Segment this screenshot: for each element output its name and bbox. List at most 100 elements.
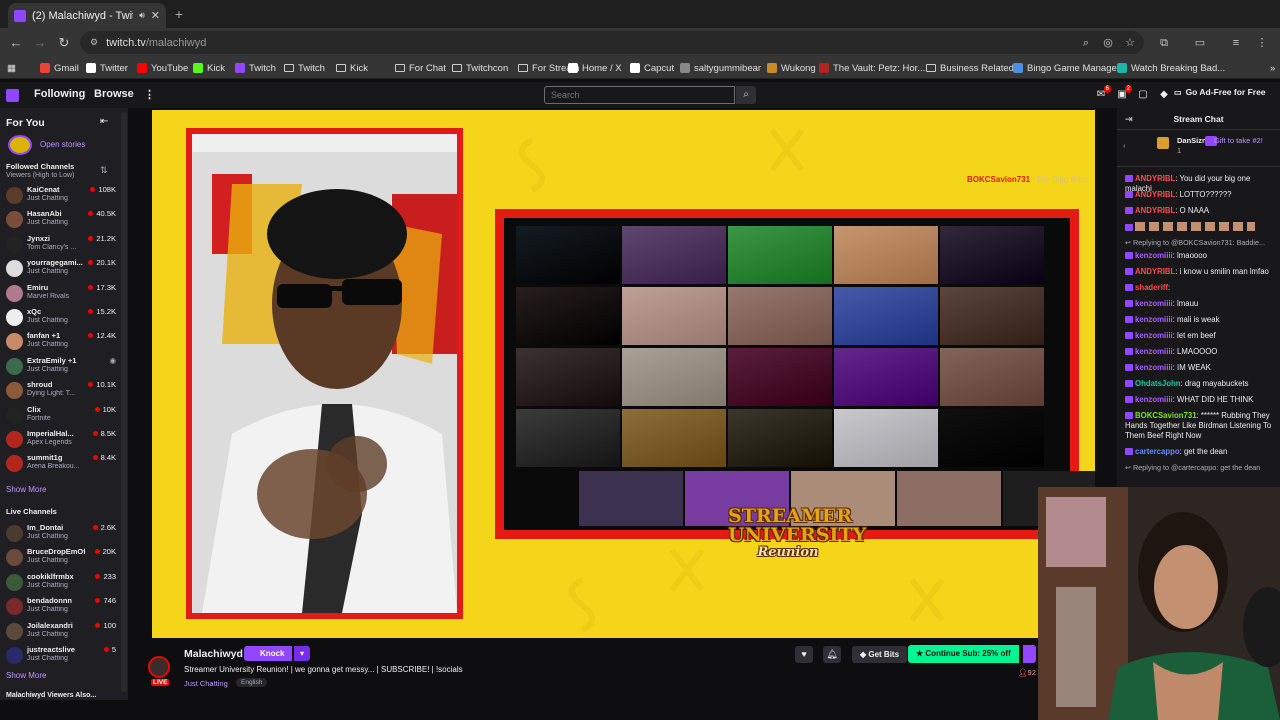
bookmark-6[interactable]: Kick [336,61,368,75]
notification-bell-icon[interactable]: 🔔︎ [823,646,841,663]
bookmark-0[interactable]: Gmail [40,61,79,75]
chat-username[interactable]: cartercappo [1135,447,1180,456]
video-player[interactable]: BOKCSavion731 The Bigg Boss STREAMER UNIV… [152,110,1095,638]
menu-icon[interactable]: ≡ [1229,36,1243,50]
sidebar-channel[interactable]: shroud Dying Light: T... 10.1K [0,379,120,403]
tab-close-icon[interactable]: ✕ [151,9,160,22]
sidebar-channel[interactable]: justreactslive Just Chatting 5 [0,644,120,668]
chat-username[interactable]: BOKCSavion731 [1135,411,1197,420]
chat-username[interactable]: kenzomiiii [1135,315,1173,324]
sort-icon[interactable]: ⇅ [100,165,108,176]
sidebar-channel[interactable]: ImperialHal... Apex Legends 8.5K [0,428,120,452]
chat-username[interactable]: kenzomiiii [1135,299,1173,308]
continue-sub-button[interactable]: ★ Continue Sub: 25% off [908,645,1019,663]
open-stories-link[interactable]: Open stories [40,140,85,149]
bookmark-3[interactable]: Kick [193,61,225,75]
bookmark-7[interactable]: For Chat [395,61,446,75]
sidebar-channel[interactable]: yourragegami... Just Chatting 20.1K [0,257,120,281]
sidebar-channel[interactable]: Joilalexandri Just Chatting 100 [0,620,120,644]
sidebar-channel[interactable]: summit1g Arena Breakou... 8.4K [0,452,120,476]
sidebar-channel[interactable]: cookiklfrmbx Just Chatting 233 [0,571,120,595]
address-bar[interactable]: ⚙ twitch.tv/malachiwyd [80,31,1144,54]
stream-category[interactable]: Just Chatting [184,679,228,688]
bookmark-2[interactable]: YouTube [137,61,188,75]
chevron-left-icon[interactable]: ‹ [1123,141,1126,150]
bookmark-17[interactable]: Watch Breaking Bad... [1117,61,1225,75]
following-link[interactable]: Following [34,88,85,100]
show-more-followed[interactable]: Show More [6,485,46,494]
search-input[interactable] [544,86,735,104]
sidebar-channel[interactable]: Im_Dontai Just Chatting 2.6K [0,522,120,546]
profile-icon[interactable]: ⋮ [1255,36,1269,50]
chat-username[interactable]: ANDYRIBL [1135,267,1175,276]
zoom-icon[interactable]: ⌕ [1079,36,1093,50]
bookmark-10[interactable]: Home / X [568,61,622,75]
bookmark-8[interactable]: Twitchcon [452,61,508,75]
chat-username[interactable]: ANDYRIBL [1135,174,1175,183]
crown-icon[interactable]: ◆ [1158,89,1170,101]
chat-username[interactable]: kenzomiiii [1135,395,1173,404]
sidebar-channel[interactable]: HasanAbi Just Chatting 40.5K [0,208,120,232]
collapse-chat-icon[interactable]: ⇥ [1125,108,1133,130]
bookmark-15[interactable]: Business Related [926,61,1014,75]
sidebar-channel[interactable]: ExtraEmily +1 Just Chatting ◉ [0,355,120,379]
sidebar-channel[interactable]: BruceDropEmOff Just Chatting 20K [0,546,120,570]
bookmark-5[interactable]: Twitch [284,61,325,75]
more-options-icon[interactable]: ⋮ [144,88,155,101]
speaker-icon[interactable]: 🔊︎ [139,10,145,21]
sidebar-channel[interactable]: Clix Fortnite 10K [0,404,120,428]
collapse-sidebar-icon[interactable]: ⇤ [100,116,108,127]
sidebar-channel[interactable]: Jynxzi Tom Clancy's ... 21.2K [0,233,120,257]
bookmark-star-icon[interactable]: ☆ [1123,36,1137,50]
follow-heart-icon[interactable]: ♥ [795,646,813,663]
reload-icon[interactable]: ↻ [56,35,72,51]
browse-link[interactable]: Browse [94,88,134,100]
forward-icon[interactable]: → [32,35,48,51]
chat-username[interactable]: kenzomiiii [1135,251,1173,260]
knock-dropdown-icon[interactable]: ▾ [294,646,310,661]
bookmark-16[interactable]: Bingo Game Manager [1013,61,1120,75]
channel-avatar[interactable] [148,656,170,678]
bookmark-13[interactable]: Wukong [767,61,816,75]
chat-username[interactable]: shaderiff [1135,283,1168,292]
sidebar-channel[interactable]: xQc Just Chatting 15.2K [0,306,120,330]
stories-avatar[interactable] [8,135,32,155]
chat-username[interactable]: kenzomiiii [1135,331,1173,340]
get-bits-button[interactable]: ◆ Get Bits [852,646,908,663]
chat-username[interactable]: OhdatsJohn [1135,379,1180,388]
notifications-icon[interactable]: ✉ 6 [1095,85,1111,101]
bookmark-11[interactable]: Capcut [630,61,674,75]
extensions-icon[interactable]: ⧉ [1157,36,1171,50]
gift-leaderboard[interactable]: ‹ DanSizn 1 Gift to take #2! [1117,131,1280,167]
bookmark-1[interactable]: Twitter [86,61,128,75]
go-ad-free-button[interactable]: ▭ Go Ad-Free for Free [1174,87,1266,97]
bookmark-4[interactable]: Twitch [235,61,276,75]
sidebar-channel[interactable]: bendadonnn Just Chatting 746 [0,595,120,619]
chat-username[interactable]: kenzomiiii [1135,363,1173,372]
back-icon[interactable]: ← [8,35,24,51]
chat-username[interactable]: ANDYRIBL [1135,190,1175,199]
bookmark-14[interactable]: The Vault: Petz: Hor... [819,61,925,75]
eye-off-icon[interactable]: ◎ [1101,36,1115,50]
more-bookmarks-icon[interactable]: » [1270,61,1275,75]
knock-button[interactable]: Knock [244,646,293,661]
site-info-icon[interactable]: ⚙ [90,37,98,48]
chat-username[interactable]: kenzomiiii [1135,347,1173,356]
search-icon[interactable]: ⌕ [736,86,756,104]
inbox-icon[interactable]: ▣ 2 [1116,85,1132,101]
browser-tab[interactable]: (2) Malachiwyd - Twitch 🔊︎ ✕ [8,3,166,28]
language-tag[interactable]: English [236,678,268,687]
gift-sub-icon[interactable] [1023,645,1036,663]
twitch-logo-icon[interactable] [6,89,19,102]
apps-icon[interactable]: ▦ [7,61,16,75]
sidebar-channel[interactable]: KaiCenat Just Chatting 108K [0,184,120,208]
cast-icon[interactable]: ▭ [1193,36,1207,50]
new-tab-icon[interactable]: + [171,6,187,22]
channel-name[interactable]: Malachiwyd [184,648,243,660]
sidebar-channel[interactable]: Emiru Marvel Rivals 17.3K [0,282,120,306]
sidebar-scrollbar[interactable] [121,112,127,692]
sidebar-channel[interactable]: fanfan +1 Just Chatting 12.4K [0,330,120,354]
show-more-live[interactable]: Show More [6,671,46,680]
whispers-icon[interactable]: ▢ [1137,89,1149,101]
bookmark-12[interactable]: saltygummibear [680,61,761,75]
